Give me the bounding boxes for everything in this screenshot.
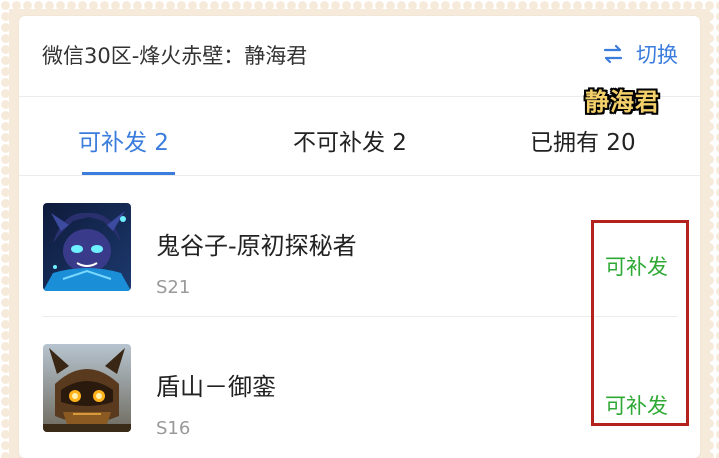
hero-avatar-guiguzi [43, 203, 131, 291]
active-tab-indicator [82, 172, 175, 175]
tab-not-reissuable[interactable]: 不可补发 2 [293, 123, 407, 157]
tab-owned[interactable]: 已拥有 20 [530, 123, 636, 157]
switch-button[interactable]: 切换 [602, 39, 678, 69]
season-label: S16 [156, 418, 191, 439]
author-watermark: 静海君 [585, 87, 660, 116]
skin-name: 鬼谷子-原初探秘者 [156, 232, 357, 260]
highlight-annotation-box [591, 220, 689, 426]
season-label: S21 [156, 277, 191, 298]
swap-arrows-icon [603, 44, 623, 64]
hero-avatar-dunshan [43, 344, 131, 432]
tab-reissuable[interactable]: 可补发 2 [78, 123, 169, 157]
switch-label: 切换 [636, 43, 678, 67]
skin-name: 盾山－御銮 [156, 373, 276, 401]
server-title: 微信30区-烽火赤壁：静海君 [42, 44, 308, 68]
